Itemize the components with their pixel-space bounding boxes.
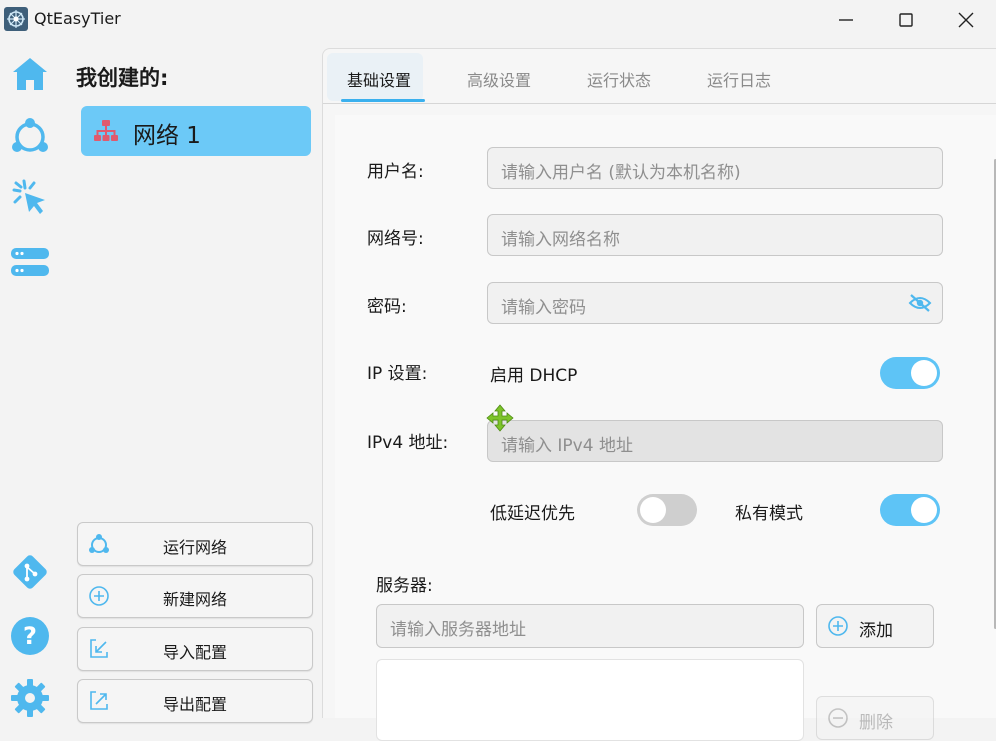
nav-home[interactable] [8, 52, 52, 96]
svg-text:?: ? [23, 622, 37, 650]
network-list-title: 我创建的: [76, 66, 169, 90]
network-id-label: 网络号: [367, 229, 424, 249]
import-config-button[interactable]: 导入配置 [77, 627, 313, 671]
nav-servers[interactable] [8, 240, 52, 284]
password-placeholder: 请输入密码 [501, 298, 586, 318]
nav-click[interactable] [8, 176, 52, 220]
move-cursor-icon [486, 404, 514, 432]
title-bar: QtEasyTier [0, 0, 996, 40]
network-nodes-icon [12, 118, 48, 152]
maximize-button[interactable] [876, 0, 936, 40]
minimize-button[interactable] [816, 0, 876, 40]
ipv4-label: IPv4 地址: [367, 433, 449, 453]
network-id-placeholder: 请输入网络名称 [501, 230, 620, 250]
app-title: QtEasyTier [34, 9, 121, 28]
minus-circle-icon [828, 708, 848, 728]
nav-git[interactable] [8, 550, 52, 594]
private-mode-toggle-knob [911, 497, 937, 523]
main-panel: 基础设置 高级设置 运行状态 运行日志 用户名: 请输入用户名 (默认为本机名称… [322, 48, 996, 741]
import-config-label: 导入配置 [162, 643, 227, 662]
server-address-input[interactable]: 请输入服务器地址 [376, 604, 804, 648]
export-config-button[interactable]: 导出配置 [77, 679, 313, 723]
server-list-icon [11, 248, 49, 276]
network-name: 网络 1 [133, 123, 201, 149]
low-latency-label: 低延迟优先 [490, 504, 575, 524]
private-mode-toggle[interactable] [880, 494, 940, 526]
ipv4-input[interactable]: 请输入 IPv4 地址 [487, 420, 943, 462]
ipv4-placeholder: 请输入 IPv4 地址 [501, 436, 633, 456]
home-icon [13, 58, 47, 90]
network-list-item[interactable]: 网络 1 [81, 106, 311, 156]
nav-network[interactable] [8, 114, 52, 158]
network-topology-icon [94, 120, 118, 141]
private-mode-label: 私有模式 [735, 504, 803, 524]
new-network-button[interactable]: 新建网络 [77, 574, 313, 618]
network-id-input[interactable]: 请输入网络名称 [487, 214, 943, 256]
settings-gear-icon [11, 679, 49, 717]
help-icon: ? [11, 617, 49, 655]
tab-running-status[interactable]: 运行状态 [587, 67, 651, 91]
low-latency-toggle-knob [640, 497, 666, 523]
click-pointer-icon [12, 179, 45, 214]
active-tab-indicator [341, 99, 425, 102]
minimize-icon [839, 19, 853, 21]
tab-advanced-settings[interactable]: 高级设置 [467, 67, 531, 91]
dhcp-toggle[interactable] [880, 357, 940, 389]
add-server-button[interactable]: 添加 [816, 604, 934, 648]
delete-server-label: 删除 [859, 713, 893, 733]
server-address-placeholder: 请输入服务器地址 [390, 620, 526, 640]
password-label: 密码: [367, 297, 407, 317]
basic-settings-form: 用户名: 请输入用户名 (默认为本机名称) 网络号: 请输入网络名称 密码: 请… [335, 115, 996, 741]
dhcp-toggle-knob [911, 360, 937, 386]
server-list[interactable] [376, 659, 804, 741]
new-network-label: 新建网络 [162, 590, 227, 609]
git-icon [13, 555, 47, 589]
close-button[interactable] [936, 0, 996, 40]
network-list-panel: 我创建的: 网络 1 运行网络 新建网络 导入配置 导出配置 [64, 40, 322, 723]
export-config-label: 导出配置 [162, 695, 227, 714]
app-logo-icon [4, 7, 28, 31]
password-input[interactable]: 请输入密码 [487, 282, 943, 324]
tab-running-log[interactable]: 运行日志 [707, 67, 771, 91]
left-navigation-bar: ? [0, 40, 60, 717]
maximize-icon [899, 13, 913, 27]
ip-settings-label: IP 设置: [367, 364, 428, 384]
low-latency-toggle[interactable] [637, 494, 697, 526]
username-placeholder: 请输入用户名 (默认为本机名称) [501, 163, 741, 183]
tab-basic-settings[interactable]: 基础设置 [347, 67, 411, 91]
nav-settings[interactable] [8, 676, 52, 720]
username-label: 用户名: [367, 162, 424, 182]
close-icon [958, 12, 974, 28]
plus-circle-icon [828, 616, 848, 636]
nav-help[interactable]: ? [8, 614, 52, 658]
servers-label: 服务器: [376, 576, 433, 596]
eye-hidden-icon[interactable] [908, 293, 932, 313]
run-network-button[interactable]: 运行网络 [77, 522, 313, 566]
tab-bar: 基础设置 高级设置 运行状态 运行日志 [323, 49, 996, 104]
username-input[interactable]: 请输入用户名 (默认为本机名称) [487, 147, 943, 189]
add-server-label: 添加 [859, 621, 893, 641]
delete-server-button[interactable]: 删除 [816, 696, 934, 740]
dhcp-label: 启用 DHCP [490, 366, 578, 386]
run-network-label: 运行网络 [162, 538, 227, 557]
